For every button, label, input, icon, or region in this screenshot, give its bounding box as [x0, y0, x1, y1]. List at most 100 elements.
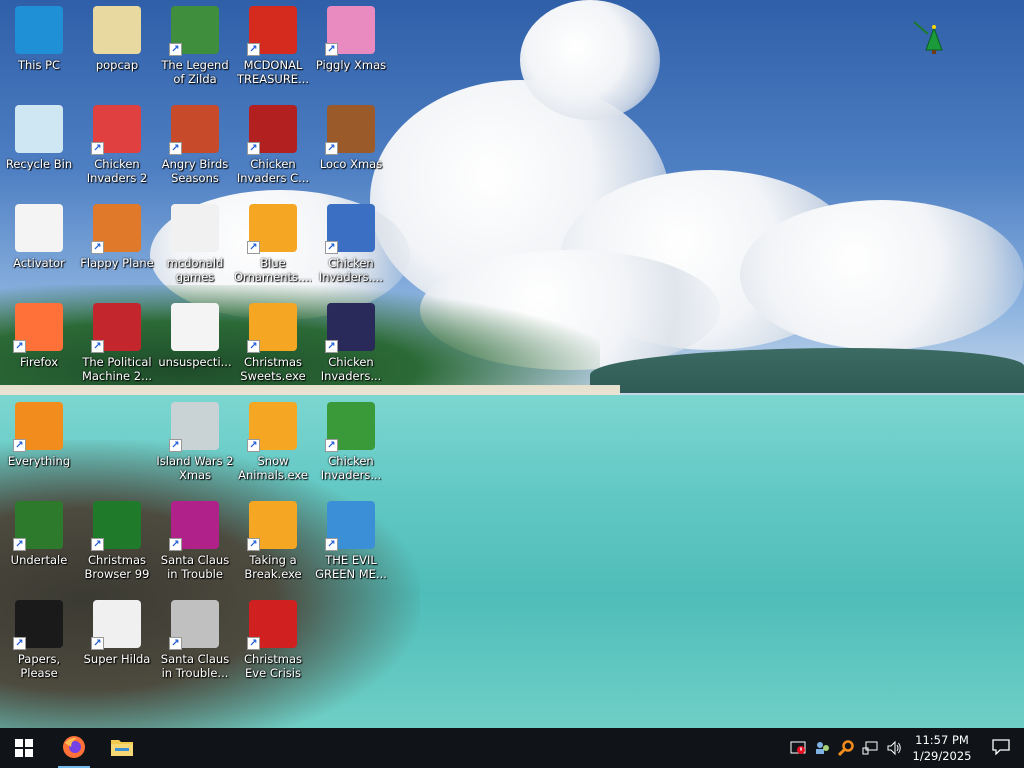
chicken-santa-icon: ↗ — [325, 204, 375, 254]
shortcut-arrow-icon: ↗ — [91, 637, 104, 650]
desktop-icon[interactable]: This PC — [0, 6, 78, 72]
network-user-icon[interactable] — [810, 728, 834, 768]
shortcut-arrow-icon: ↗ — [169, 538, 182, 551]
undertale-icon: ↗ — [13, 501, 63, 551]
shortcut-arrow-icon: ↗ — [13, 637, 26, 650]
chicken-icon: ↗ — [91, 105, 141, 155]
desktop-icon-label: Christmas Eve Crisis — [244, 652, 302, 680]
taskbar-file-explorer-button[interactable] — [98, 728, 146, 768]
desktop-icon-label: Snow Animals.exe — [238, 454, 308, 482]
system-tray: 11:57 PM 1/29/2025 — [786, 728, 1024, 768]
desktop-icon-label: Christmas Browser 99 — [84, 553, 150, 581]
plane-icon: ↗ — [91, 204, 141, 254]
shortcut-arrow-icon: ↗ — [247, 340, 260, 353]
desktop-icon[interactable]: Recycle Bin — [0, 105, 78, 171]
desktop-icon[interactable]: popcap — [78, 6, 156, 72]
desktop-icon[interactable]: ↗ Loco Xmas — [312, 105, 390, 171]
desktop-icon[interactable]: ↗ Island Wars 2 Xmas — [156, 402, 234, 482]
desktop-icon[interactable]: ↗ Flappy Plane — [78, 204, 156, 270]
security-alert-icon[interactable] — [786, 728, 810, 768]
desktop-icon-label: Super Hilda — [83, 652, 151, 666]
taskbar-firefox-button[interactable] — [50, 728, 98, 768]
desktop-icon[interactable]: ↗ Chicken Invaders.... — [312, 204, 390, 284]
clock-time: 11:57 PM — [915, 733, 969, 747]
christmas-tree-icon: ↗ — [91, 501, 141, 551]
notification-icon — [992, 738, 1010, 758]
notification-center-button[interactable] — [978, 728, 1024, 768]
desktop-icon-label: Loco Xmas — [319, 157, 383, 171]
file-icon — [15, 204, 63, 252]
windows-start-icon[interactable] — [0, 728, 48, 768]
desktop-icon[interactable]: ↗ Chicken Invaders... — [312, 303, 390, 383]
clock[interactable]: 11:57 PM 1/29/2025 — [906, 732, 978, 764]
desktop-icon-label: Chicken Invaders... — [320, 355, 382, 383]
recycle-bin-icon — [15, 105, 63, 153]
search-everything-icon[interactable] — [834, 728, 858, 768]
installer-icon: ↗ — [247, 402, 297, 452]
desktop-icon[interactable]: ↗ The Political Machine 2... — [78, 303, 156, 383]
installer-icon: ↗ — [247, 204, 297, 254]
shortcut-arrow-icon: ↗ — [325, 538, 338, 551]
folder-icon — [171, 204, 219, 252]
papers-please-icon: ↗ — [13, 600, 63, 650]
desktop-icon[interactable]: ↗ Christmas Browser 99 — [78, 501, 156, 581]
shortcut-arrow-icon: ↗ — [247, 439, 260, 452]
desktop-icon-label: Firefox — [19, 355, 59, 369]
folder-icon — [93, 6, 141, 54]
shortcut-arrow-icon: ↗ — [325, 439, 338, 452]
desktop-icon-label: Flappy Plane — [80, 256, 154, 270]
desktop-icon-label: Papers, Please — [17, 652, 61, 680]
desktop-icon-label: Christmas Sweets.exe — [240, 355, 306, 383]
desktop-icon[interactable]: ↗ Santa Claus in Trouble... A... — [156, 600, 234, 680]
desktop-icon[interactable]: ↗ Chicken Invaders C... — [234, 105, 312, 185]
island-icon: ↗ — [169, 402, 219, 452]
desktop-icon[interactable]: ↗ Piggly Xmas — [312, 6, 390, 72]
desktop-icon[interactable]: ↗ THE EVIL GREEN ME... — [312, 501, 390, 581]
installer-icon: ↗ — [247, 501, 297, 551]
desktop-icon[interactable]: ↗ The Legend of Zilda — [156, 6, 234, 86]
desktop-icon[interactable]: ↗ Chicken Invaders... — [312, 402, 390, 482]
desktop-icon[interactable]: ↗ Santa Claus in Trouble — [156, 501, 234, 581]
desktop-icon[interactable]: ↗ Taking a Break.exe — [234, 501, 312, 581]
shortcut-arrow-icon: ↗ — [247, 142, 260, 155]
pig-icon: ↗ — [325, 6, 375, 56]
desktop-icon[interactable]: mcdonald games — [156, 204, 234, 284]
desktop-icon[interactable]: Activator — [0, 204, 78, 270]
desktop-icon[interactable]: ↗ MCDONAL TREASURE... — [234, 6, 312, 86]
desktop-icon[interactable]: ↗ Chicken Invaders 2 — [78, 105, 156, 185]
messenger-icon: ↗ — [325, 501, 375, 551]
desktop-icon[interactable]: ↗ Christmas Eve Crisis — [234, 600, 312, 680]
desktop-icon[interactable]: ↗ Christmas Sweets.exe — [234, 303, 312, 383]
desktop-icon-label: Chicken Invaders 2 — [86, 157, 148, 185]
bear-icon: ↗ — [325, 105, 375, 155]
desktop-icon-label: Blue Ornaments.... — [234, 256, 312, 284]
shortcut-arrow-icon: ↗ — [13, 538, 26, 551]
network-icon[interactable] — [858, 728, 882, 768]
santa-face-icon: ↗ — [247, 600, 297, 650]
shortcut-arrow-icon: ↗ — [91, 340, 104, 353]
shortcut-arrow-icon: ↗ — [247, 43, 260, 56]
file-icon — [171, 303, 219, 351]
desktop-icon[interactable]: ↗ Snow Animals.exe — [234, 402, 312, 482]
shortcut-arrow-icon: ↗ — [325, 43, 338, 56]
volume-icon[interactable] — [882, 728, 906, 768]
desktop-icon[interactable]: ↗ Everything — [0, 402, 78, 468]
chicken-ship-icon: ↗ — [325, 303, 375, 353]
installer-icon: ↗ — [247, 303, 297, 353]
shortcut-arrow-icon: ↗ — [169, 43, 182, 56]
desktop-icon-label: Recycle Bin — [5, 157, 73, 171]
desktop-icon[interactable]: ↗ Super Hilda — [78, 600, 156, 666]
shortcut-arrow-icon: ↗ — [247, 538, 260, 551]
shortcut-arrow-icon: ↗ — [325, 241, 338, 254]
desktop-icon[interactable]: ↗ Angry Birds Seasons — [156, 105, 234, 185]
desktop-icon[interactable]: ↗ Papers, Please — [0, 600, 78, 680]
shortcut-arrow-icon: ↗ — [325, 340, 338, 353]
desktop-icon-label: Piggly Xmas — [315, 58, 387, 72]
search-icon: ↗ — [13, 402, 63, 452]
desktop-icon[interactable]: ↗ Undertale — [0, 501, 78, 567]
desktop-icon[interactable]: unsuspecti... — [156, 303, 234, 369]
desktop-icon-label: THE EVIL GREEN ME... — [315, 553, 387, 581]
desktop-icon[interactable]: ↗ Firefox — [0, 303, 78, 369]
desktop-icon-label: Chicken Invaders C... — [236, 157, 310, 185]
desktop-icon[interactable]: ↗ Blue Ornaments.... — [234, 204, 312, 284]
